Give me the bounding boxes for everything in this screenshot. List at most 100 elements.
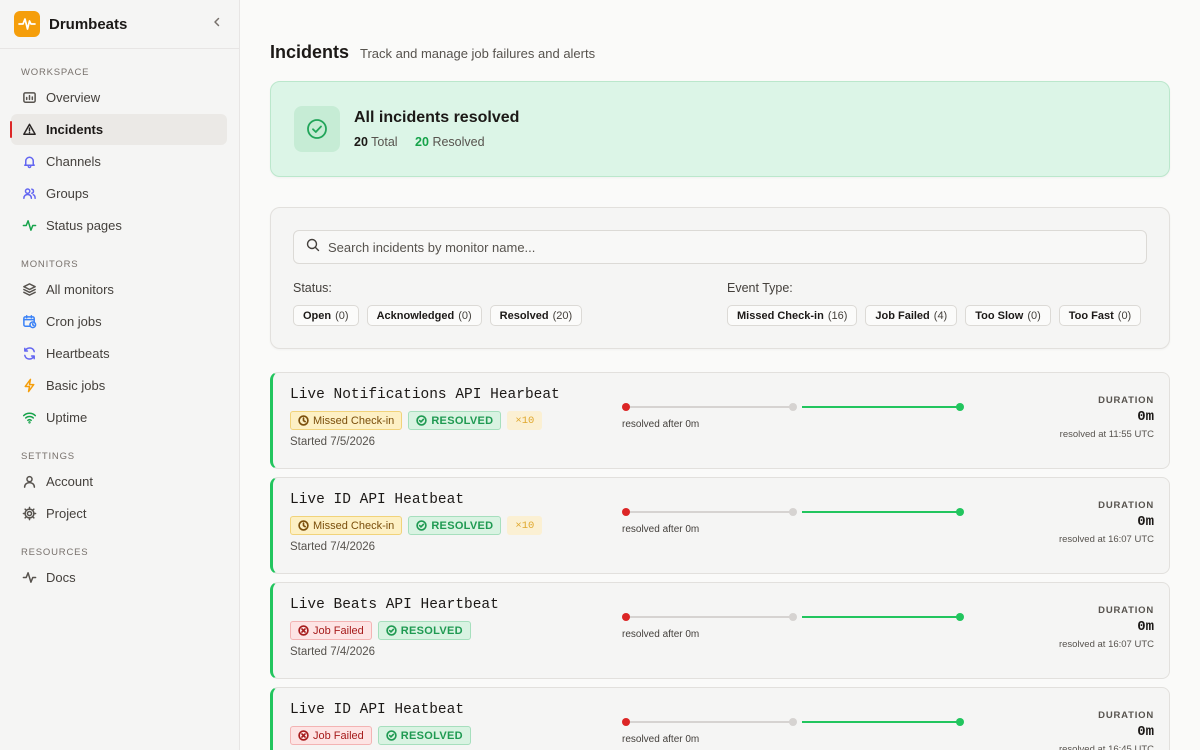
duration-value: 0m <box>1137 724 1154 740</box>
resolved-label: Resolved <box>432 135 485 149</box>
brand-header: Drumbeats <box>0 0 239 49</box>
event-type-label: Job Failed <box>313 729 364 742</box>
wifi-icon <box>21 410 37 426</box>
sidebar-item-all-monitors[interactable]: All monitors <box>11 274 227 305</box>
duration-label: DURATION <box>1098 710 1154 721</box>
sidebar-item-basic-jobs[interactable]: Basic jobs <box>11 370 227 401</box>
status-chip-resolved[interactable]: Resolved (20) <box>489 305 583 326</box>
incident-monitor-name: Live ID API Heatbeat <box>290 702 465 718</box>
user-icon <box>21 474 37 490</box>
duration-value: 0m <box>1137 619 1154 635</box>
resolved-at-time: resolved at 16:45 UTC <box>1058 744 1154 750</box>
sidebar-section-workspace: WORKSPACE <box>21 67 90 78</box>
incident-timeline <box>622 506 964 518</box>
event-type-label: Job Failed <box>313 624 364 637</box>
sidebar-item-heartbeats[interactable]: Heartbeats <box>11 338 227 369</box>
check-circle-icon <box>416 415 428 426</box>
clock-icon <box>298 415 309 426</box>
event-type-label: Missed Check-in <box>313 414 395 427</box>
incident-monitor-name: Live Beats API Heartbeat <box>290 597 499 613</box>
sidebar-item-docs[interactable]: Docs <box>11 562 227 593</box>
occurrence-count-badge: ×10 <box>507 516 543 535</box>
incident-card[interactable]: Live ID API Heatbeat Missed Check-in RES… <box>270 477 1170 574</box>
sidebar-item-label: Cron jobs <box>46 314 102 329</box>
main-content: Incidents Track and manage job failures … <box>270 0 1170 750</box>
chip-label: Acknowledged <box>376 309 455 322</box>
event-type-chip-too-slow[interactable]: Too Slow (0) <box>965 305 1051 326</box>
sidebar-item-label: Overview <box>46 90 101 105</box>
timeline-segment-pending <box>626 511 792 513</box>
incident-card[interactable]: Live Beats API Heartbeat Job Failed RESO… <box>270 582 1170 679</box>
timeline-end-dot <box>956 403 964 411</box>
event-type-chip-missed-check-in[interactable]: Missed Check-in (16) <box>727 305 858 326</box>
chip-label: Job Failed <box>875 309 930 322</box>
status-badge: RESOLVED <box>408 516 502 535</box>
status-chip-open[interactable]: Open (0) <box>293 305 359 326</box>
chip-label: Open <box>303 309 332 322</box>
collapse-sidebar-icon[interactable] <box>209 15 225 33</box>
status-chips: Open (0) Acknowledged (0) Resolved (20) <box>293 305 590 326</box>
sidebar-item-status-pages[interactable]: Status pages <box>11 210 227 241</box>
status-badge: RESOLVED <box>377 621 471 640</box>
incident-started-date: Started 7/4/2026 <box>290 646 376 658</box>
lightning-icon <box>21 378 37 394</box>
timeline-caption: resolved after 0m <box>622 734 700 745</box>
resolved-at-time: resolved at 11:55 UTC <box>1059 429 1154 440</box>
event-type-filter-group: Event Type: Missed Check-in (16) Job Faile… <box>727 281 1149 326</box>
duration-value: 0m <box>1137 409 1154 425</box>
x-circle-icon <box>298 625 309 636</box>
event-type-chip-job-failed[interactable]: Job Failed (4) <box>865 305 958 326</box>
sidebar-item-label: Incidents <box>46 122 104 137</box>
sidebar-item-overview[interactable]: Overview <box>11 82 227 113</box>
incident-card[interactable]: Live Notifications API Hearbeat Missed C… <box>270 372 1170 469</box>
sidebar-item-project[interactable]: Project <box>11 498 227 529</box>
sidebar-item-incidents[interactable]: Incidents <box>10 114 227 145</box>
incident-timeline <box>622 401 964 413</box>
chip-count: (4) <box>933 309 948 322</box>
search-input[interactable] <box>328 239 1108 255</box>
timeline-start-dot <box>622 613 630 621</box>
timeline-caption: resolved after 0m <box>622 419 700 430</box>
event-type-chip-too-fast[interactable]: Too Fast (0) <box>1058 305 1142 326</box>
chip-label: Resolved <box>499 309 549 322</box>
timeline-segment-resolved <box>802 616 960 618</box>
sidebar-item-label: All monitors <box>46 282 114 297</box>
resolved-count: 20 <box>415 135 429 149</box>
sidebar-item-account[interactable]: Account <box>11 466 227 497</box>
sidebar-item-label: Project <box>46 506 87 521</box>
chip-count: (16) <box>827 309 848 322</box>
total-count: 20 <box>354 135 368 149</box>
sidebar-item-uptime[interactable]: Uptime <box>11 402 227 433</box>
sidebar-item-channels[interactable]: Channels <box>11 146 227 177</box>
sidebar-item-groups[interactable]: Groups <box>11 178 227 209</box>
resolved-at-time: resolved at 16:07 UTC <box>1058 534 1154 545</box>
page-title: Incidents <box>270 42 350 62</box>
duration-label: DURATION <box>1098 395 1154 406</box>
gear-icon <box>21 506 37 522</box>
calendar-clock-icon <box>21 314 37 330</box>
incident-monitor-name: Live ID API Heatbeat <box>290 492 465 508</box>
timeline-segment-pending <box>626 721 792 723</box>
chip-label: Missed Check-in <box>737 309 824 322</box>
duration-label: DURATION <box>1098 605 1154 616</box>
status-badge: RESOLVED <box>408 411 502 430</box>
status-filter-label: Status: <box>293 281 332 295</box>
check-circle-icon <box>416 520 428 531</box>
event-type-chips: Missed Check-in (16) Job Failed (4) Too Slow… <box>727 305 1149 326</box>
timeline-segment-resolved <box>802 721 960 723</box>
timeline-segment-pending <box>626 616 792 618</box>
clock-icon <box>298 520 309 531</box>
check-circle-icon <box>294 106 340 152</box>
sidebar-section-resources: RESOURCES <box>21 547 89 558</box>
incident-card[interactable]: Live ID API Heatbeat Job Failed RESOLVED… <box>270 687 1170 750</box>
timeline-mid-dot <box>789 718 797 726</box>
sidebar-item-cron-jobs[interactable]: Cron jobs <box>11 306 227 337</box>
incident-badges: Missed Check-in RESOLVED ×10 <box>290 516 548 535</box>
chip-count: (20) <box>552 309 573 322</box>
chip-count: (0) <box>458 309 472 322</box>
status-chip-acknowledged[interactable]: Acknowledged (0) <box>366 305 482 326</box>
chip-label: Too Slow <box>975 309 1024 322</box>
check-circle-icon <box>386 730 397 741</box>
timeline-caption: resolved after 0m <box>622 629 700 640</box>
sidebar-item-label: Channels <box>46 154 101 169</box>
